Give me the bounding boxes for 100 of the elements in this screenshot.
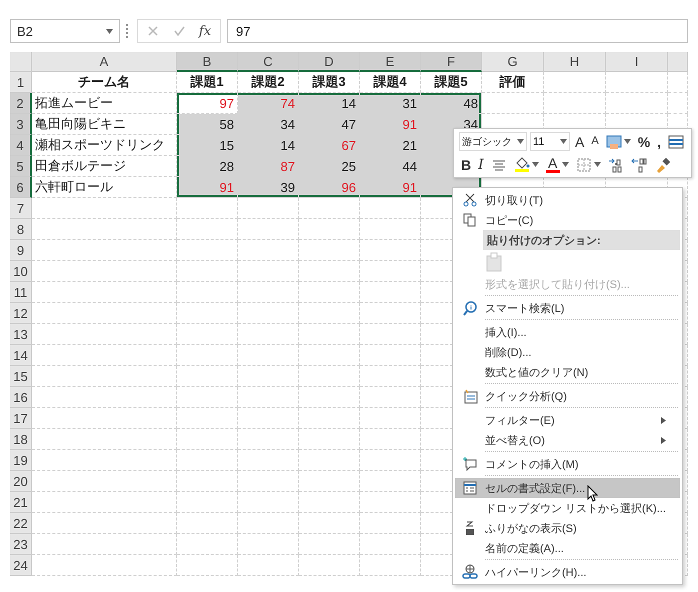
row-header[interactable]: 4 bbox=[10, 135, 32, 156]
row-header[interactable]: 18 bbox=[10, 429, 32, 450]
menu-item[interactable]: 並べ替え(O) bbox=[455, 430, 680, 450]
row-header[interactable]: 11 bbox=[10, 282, 32, 303]
column-header[interactable]: E bbox=[360, 52, 421, 72]
table-cell bbox=[606, 72, 668, 93]
row-header[interactable]: 21 bbox=[10, 492, 32, 513]
table-cell bbox=[177, 303, 238, 324]
table-cell: 21 bbox=[360, 135, 421, 156]
fontcolor-button[interactable]: A bbox=[544, 155, 571, 174]
menu-item[interactable]: クイック分析(Q) bbox=[455, 386, 680, 406]
hyperlink-icon bbox=[462, 564, 478, 580]
menu-item[interactable]: スマート検索(L) bbox=[455, 298, 680, 318]
table-cell bbox=[238, 303, 299, 324]
row-header[interactable]: 6 bbox=[10, 177, 32, 198]
column-header[interactable]: A bbox=[32, 52, 177, 72]
cell-styles-icon bbox=[606, 134, 622, 150]
table-cell bbox=[177, 492, 238, 513]
table-cell: 14 bbox=[299, 93, 360, 114]
furigana-icon bbox=[465, 520, 475, 536]
comma-button[interactable]: , bbox=[655, 132, 664, 151]
table-cell bbox=[299, 471, 360, 492]
table-cell bbox=[238, 324, 299, 345]
column-header[interactable]: H bbox=[544, 52, 606, 72]
column-header[interactable]: G bbox=[482, 52, 544, 72]
menu-item[interactable]: ハイパーリンク(H)... bbox=[455, 562, 680, 582]
column-header[interactable]: I bbox=[606, 52, 668, 72]
table-cell bbox=[177, 450, 238, 471]
column-header[interactable]: D bbox=[299, 52, 360, 72]
menu-item[interactable]: コメントの挿入(M) bbox=[455, 454, 680, 474]
row-header[interactable]: 7 bbox=[10, 198, 32, 219]
row-header[interactable]: 8 bbox=[10, 219, 32, 240]
table-cell bbox=[360, 387, 421, 408]
table-cell: 58 bbox=[177, 114, 238, 135]
table-cell bbox=[238, 450, 299, 471]
caret-icon bbox=[594, 162, 601, 167]
table-cell bbox=[238, 471, 299, 492]
row-header[interactable]: 5 bbox=[10, 156, 32, 177]
table-cell: 48 bbox=[421, 93, 482, 114]
row-header[interactable]: 19 bbox=[10, 450, 32, 471]
column-header[interactable]: C bbox=[238, 52, 299, 72]
table-cell bbox=[177, 408, 238, 429]
formula-field[interactable]: 97 bbox=[227, 19, 688, 43]
decrease-decimal-icon bbox=[630, 156, 647, 172]
column-title: チーム名 bbox=[32, 72, 177, 93]
comment-icon bbox=[462, 457, 478, 471]
menu-item[interactable]: 名前の定義(A)... bbox=[455, 538, 680, 558]
copy-icon bbox=[463, 213, 477, 227]
caret-icon bbox=[106, 28, 113, 34]
row-header[interactable]: 15 bbox=[10, 366, 32, 387]
font-size-field[interactable]: 11 bbox=[530, 132, 570, 151]
bold-button[interactable]: B bbox=[459, 155, 474, 174]
menu-item[interactable]: 数式と値のクリア(N) bbox=[455, 362, 680, 382]
row-header[interactable]: 12 bbox=[10, 303, 32, 324]
table-cell: 47 bbox=[299, 114, 360, 135]
table-cell bbox=[299, 450, 360, 471]
row-header[interactable]: 22 bbox=[10, 513, 32, 534]
menu-item[interactable]: 挿入(I)... bbox=[455, 322, 680, 342]
table-cell bbox=[360, 345, 421, 366]
menu-item[interactable]: 削除(D)... bbox=[455, 342, 680, 362]
menu-item[interactable]: ドロップダウン リストから選択(K)... bbox=[455, 498, 680, 518]
row-header[interactable]: 10 bbox=[10, 261, 32, 282]
row-header[interactable]: 3 bbox=[10, 114, 32, 135]
row-header[interactable]: 16 bbox=[10, 387, 32, 408]
row-header[interactable]: 2 bbox=[10, 93, 32, 114]
table-cell bbox=[238, 513, 299, 534]
table-cell bbox=[299, 492, 360, 513]
column-header[interactable]: B bbox=[177, 52, 238, 72]
row-header[interactable]: 14 bbox=[10, 345, 32, 366]
table-cell bbox=[238, 366, 299, 387]
font-field[interactable]: 游ゴシック bbox=[459, 132, 527, 151]
italic-button[interactable]: I bbox=[476, 155, 486, 174]
row-header[interactable]: 9 bbox=[10, 240, 32, 261]
row-header[interactable]: 20 bbox=[10, 471, 32, 492]
row-header[interactable]: 24 bbox=[10, 555, 32, 576]
row-header[interactable]: 13 bbox=[10, 324, 32, 345]
table-cell bbox=[299, 240, 360, 261]
row-header[interactable]: 23 bbox=[10, 534, 32, 555]
percent-button[interactable]: % bbox=[636, 132, 652, 151]
name-box[interactable]: B2 bbox=[10, 19, 120, 43]
table-cell bbox=[360, 324, 421, 345]
caret-icon bbox=[560, 139, 567, 144]
table-cell: 六軒町ロール bbox=[32, 177, 177, 198]
row-header[interactable]: 1 bbox=[10, 72, 32, 93]
table-cell bbox=[177, 345, 238, 366]
menu-item[interactable]: 切り取り(T) bbox=[455, 190, 680, 210]
shrink-button[interactable]: A bbox=[589, 132, 601, 151]
row-header[interactable]: 17 bbox=[10, 408, 32, 429]
paint-bucket-icon bbox=[514, 157, 530, 169]
grow-button[interactable]: A bbox=[573, 132, 586, 151]
menu-item[interactable]: フィルター(E) bbox=[455, 410, 680, 430]
table-cell: 87 bbox=[238, 156, 299, 177]
menu-item[interactable]: ふりがなの表示(S) bbox=[455, 518, 680, 538]
caret-icon bbox=[517, 139, 524, 144]
column-title: 課題2 bbox=[238, 72, 299, 93]
table-cell: 亀田向陽ビキニ bbox=[32, 114, 177, 135]
table-cell bbox=[668, 93, 688, 114]
column-header[interactable]: F bbox=[421, 52, 482, 72]
borders-icon bbox=[576, 156, 592, 172]
menu-item[interactable]: コピー(C) bbox=[455, 210, 680, 230]
